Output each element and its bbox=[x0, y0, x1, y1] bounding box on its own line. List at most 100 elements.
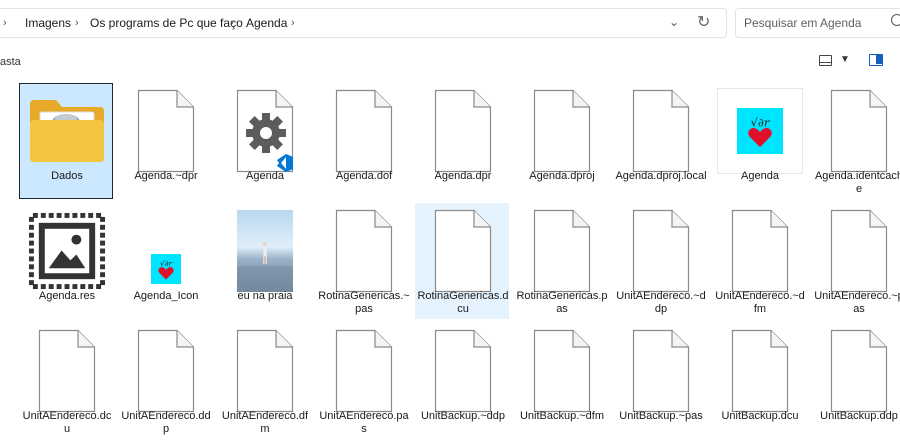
item-label: Agenda.dof bbox=[335, 170, 393, 182]
file-item[interactable]: UnitAEndereco.~pas bbox=[811, 203, 900, 319]
file-item[interactable]: UnitBackup.~pas bbox=[613, 323, 707, 445]
icon-file-thumbnail: √∂r bbox=[119, 206, 213, 296]
item-label: Agenda.dproj bbox=[529, 170, 595, 182]
file-item[interactable]: √∂r Agenda_Icon bbox=[118, 203, 212, 319]
file-icon bbox=[317, 86, 411, 176]
item-label: UnitAEndereco.pas bbox=[319, 410, 409, 435]
item-label: UnitBackup.~ddp bbox=[420, 410, 506, 422]
file-item[interactable]: UnitAEndereco.pas bbox=[316, 323, 410, 445]
file-icon bbox=[812, 326, 900, 416]
file-item[interactable]: UnitAEndereco.~ddp bbox=[613, 203, 707, 319]
file-item[interactable]: eu na praia bbox=[217, 203, 311, 319]
item-label: UnitAEndereco.dfm bbox=[221, 410, 309, 435]
search-icon[interactable] bbox=[891, 14, 900, 26]
file-icon bbox=[416, 326, 510, 416]
address-toolbar: › Imagens › Os programs de Pc que faço ›… bbox=[0, 0, 900, 46]
file-icon bbox=[515, 86, 609, 176]
item-label: UnitAEndereco.~pas bbox=[814, 290, 900, 315]
file-item[interactable]: √∂r Agenda bbox=[712, 83, 806, 199]
file-item[interactable]: Agenda.~dpr bbox=[118, 83, 212, 199]
item-label: UnitAEndereco.dcu bbox=[22, 410, 112, 435]
item-label: UnitBackup.~pas bbox=[619, 410, 703, 422]
item-label: Agenda.dproj.local bbox=[615, 170, 707, 182]
chevron-right-icon[interactable]: › bbox=[291, 17, 295, 29]
file-icon bbox=[713, 206, 807, 296]
image-file-icon bbox=[20, 206, 114, 296]
file-icon bbox=[812, 86, 900, 176]
item-label: Agenda.res bbox=[38, 290, 96, 302]
item-label: Agenda.dpr bbox=[434, 170, 492, 182]
folder-item[interactable]: Dados bbox=[19, 83, 113, 199]
breadcrumb-agenda[interactable]: Agenda bbox=[246, 16, 287, 30]
item-label: RotinaGenericas.dcu bbox=[417, 290, 509, 315]
file-item[interactable]: Agenda.dof bbox=[316, 83, 410, 199]
view-layout-icon[interactable] bbox=[819, 55, 832, 66]
file-icon bbox=[20, 326, 114, 416]
file-icon bbox=[218, 326, 312, 416]
svg-text:√∂r: √∂r bbox=[160, 259, 173, 268]
search-box[interactable]: Pesquisar em Agenda bbox=[735, 8, 900, 38]
file-grid: Dados Agenda.~dpr Agenda Agenda.dof Agenda.d… bbox=[0, 78, 900, 438]
address-bar[interactable]: › Imagens › Os programs de Pc que faço ›… bbox=[0, 8, 727, 38]
file-item[interactable]: RotinaGenericas.pas bbox=[514, 203, 608, 319]
file-icon bbox=[119, 86, 213, 176]
breadcrumb-programs[interactable]: Os programs de Pc que faço bbox=[90, 16, 243, 30]
chevron-down-icon[interactable]: ⌄ bbox=[669, 15, 679, 29]
item-label: Agenda bbox=[246, 170, 284, 182]
file-item[interactable]: Agenda.dpr bbox=[415, 83, 509, 199]
file-icon bbox=[416, 206, 510, 296]
file-item[interactable]: UnitBackup.ddp bbox=[811, 323, 900, 445]
file-item[interactable]: UnitBackup.dcu bbox=[712, 323, 806, 445]
file-icon bbox=[317, 206, 411, 296]
item-label: UnitBackup.~dfm bbox=[519, 410, 605, 422]
item-label: UnitBackup.ddp bbox=[820, 410, 898, 422]
item-label: Agenda_Icon bbox=[133, 290, 199, 302]
file-item[interactable]: Agenda bbox=[217, 83, 311, 199]
item-label: UnitAEndereco.~dfm bbox=[715, 290, 805, 315]
command-label[interactable]: asta bbox=[0, 56, 21, 68]
item-label: Agenda.~dpr bbox=[134, 170, 198, 182]
file-item[interactable]: UnitAEndereco.ddp bbox=[118, 323, 212, 445]
file-icon bbox=[614, 206, 708, 296]
item-label: UnitAEndereco.~ddp bbox=[616, 290, 706, 315]
vscode-file-icon bbox=[218, 86, 312, 176]
file-item[interactable]: Agenda.identcache bbox=[811, 83, 900, 199]
file-item[interactable]: UnitAEndereco.~dfm bbox=[712, 203, 806, 319]
item-label: RotinaGenericas.~pas bbox=[318, 290, 410, 315]
item-label: Agenda bbox=[741, 170, 779, 182]
file-icon bbox=[515, 206, 609, 296]
chevron-right-icon[interactable]: › bbox=[3, 17, 7, 29]
file-item[interactable]: UnitBackup.~ddp bbox=[415, 323, 509, 445]
folder-icon bbox=[20, 86, 114, 176]
item-label: UnitAEndereco.ddp bbox=[121, 410, 211, 435]
file-item[interactable]: Agenda.dproj.local bbox=[613, 83, 707, 199]
file-icon bbox=[119, 326, 213, 416]
chevron-down-icon[interactable]: ▼ bbox=[840, 54, 850, 65]
command-bar: asta ▼ bbox=[0, 46, 900, 78]
item-label: Agenda.identcache bbox=[814, 170, 900, 195]
file-icon bbox=[416, 86, 510, 176]
application-icon: √∂r bbox=[713, 86, 807, 176]
svg-text:√∂r: √∂r bbox=[751, 115, 771, 129]
file-icon bbox=[812, 206, 900, 296]
breadcrumb-imagens[interactable]: Imagens bbox=[25, 16, 71, 30]
file-item[interactable]: Agenda.res bbox=[19, 203, 113, 319]
search-input[interactable]: Pesquisar em Agenda bbox=[744, 16, 861, 30]
refresh-icon[interactable]: ↻ bbox=[697, 12, 710, 32]
file-icon bbox=[713, 326, 807, 416]
file-item[interactable]: RotinaGenericas.dcu bbox=[415, 203, 509, 319]
file-icon bbox=[614, 86, 708, 176]
chevron-right-icon[interactable]: › bbox=[75, 17, 79, 29]
file-item[interactable]: UnitBackup.~dfm bbox=[514, 323, 608, 445]
item-label: UnitBackup.dcu bbox=[721, 410, 799, 422]
file-item[interactable]: Agenda.dproj bbox=[514, 83, 608, 199]
photo-thumbnail bbox=[218, 206, 312, 296]
item-label: Dados bbox=[51, 170, 83, 182]
file-item[interactable]: UnitAEndereco.dcu bbox=[19, 323, 113, 445]
file-item[interactable]: UnitAEndereco.dfm bbox=[217, 323, 311, 445]
file-item[interactable]: RotinaGenericas.~pas bbox=[316, 203, 410, 319]
file-icon bbox=[614, 326, 708, 416]
chevron-right-icon[interactable]: › bbox=[230, 17, 234, 29]
details-pane-icon[interactable] bbox=[869, 54, 883, 66]
file-icon bbox=[515, 326, 609, 416]
